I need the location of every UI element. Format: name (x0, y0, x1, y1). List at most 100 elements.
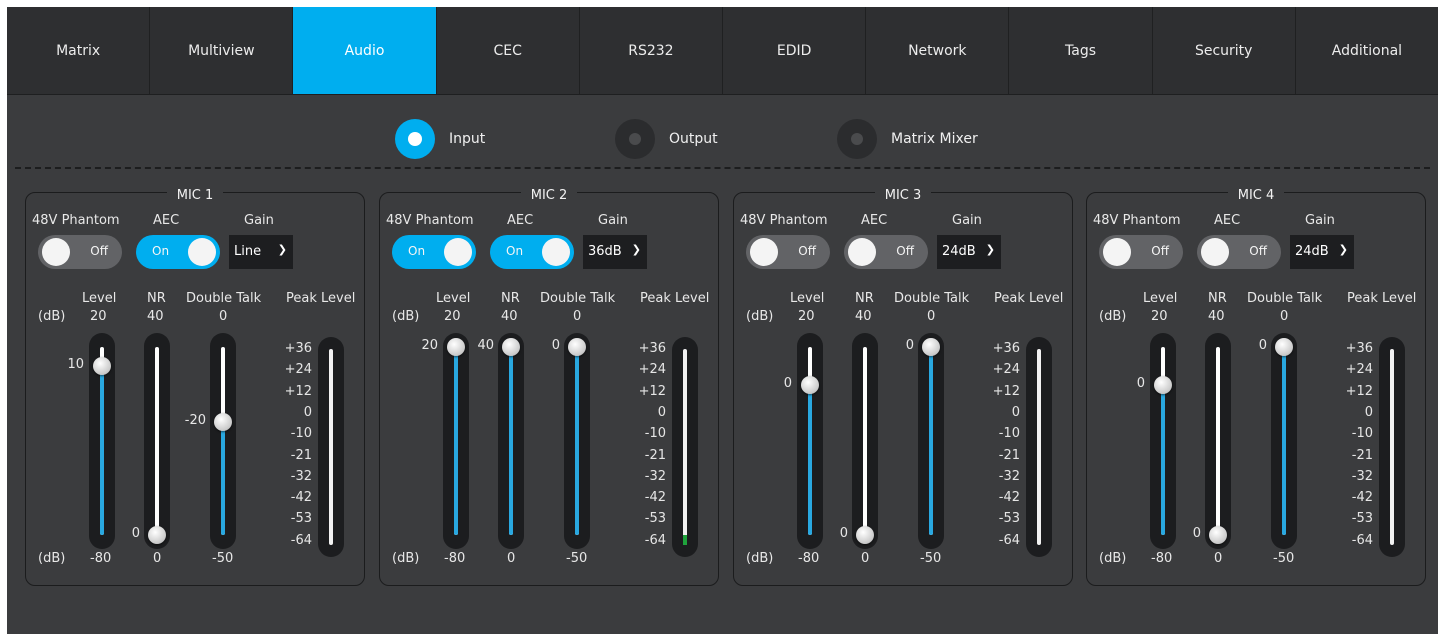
mic-title: MIC 2 (520, 188, 578, 203)
mic-panel-2: MIC 2 48V Phantom AEC Gain On On 36dB ❯ … (379, 188, 719, 586)
level-slider-thumb[interactable] (93, 356, 111, 375)
tab-network[interactable]: Network (866, 7, 1010, 94)
aec-toggle[interactable]: On (136, 235, 220, 269)
double-talk-slider[interactable] (210, 333, 236, 549)
nr-value: 0 (1192, 526, 1201, 541)
nr-slider-thumb[interactable] (856, 526, 874, 544)
double-talk-slider[interactable] (1271, 333, 1297, 549)
aec-toggle-state: On (152, 244, 170, 258)
double-talk-slider-thumb[interactable] (214, 413, 232, 432)
double-talk-max: 0 (219, 309, 228, 324)
db-unit-top: (dB) (392, 309, 420, 324)
aec-toggle[interactable]: Off (844, 235, 928, 269)
level-slider[interactable] (1150, 333, 1176, 549)
peak-scale-tick: -42 (1351, 490, 1373, 506)
radio-matrix-mixer-dot[interactable] (837, 119, 877, 159)
tab-audio[interactable]: Audio (293, 7, 437, 94)
peak-scale-tick: +36 (992, 341, 1020, 356)
nr-max: 40 (855, 309, 872, 324)
nr-slider[interactable] (144, 333, 170, 549)
radio-matrix-mixer[interactable]: Matrix Mixer (837, 119, 978, 159)
gain-select[interactable]: Line ❯ (229, 235, 293, 269)
phantom-toggle[interactable]: On (392, 235, 476, 269)
peak-scale-tick: 0 (1011, 404, 1020, 420)
double-talk-max: 0 (927, 309, 936, 324)
level-slider[interactable] (797, 333, 823, 549)
radio-input-label: Input (449, 131, 486, 147)
chevron-down-icon: ❯ (631, 243, 641, 256)
nr-slider[interactable] (1205, 333, 1231, 549)
double-talk-header: Double Talk (894, 291, 970, 306)
phantom-toggle[interactable]: Off (746, 235, 830, 269)
tab-security[interactable]: Security (1153, 7, 1296, 94)
nr-slider-thumb[interactable] (1209, 526, 1227, 544)
tab-matrix[interactable]: Matrix (7, 7, 151, 94)
phantom-toggle[interactable]: Off (1099, 235, 1183, 269)
nr-slider-thumb[interactable] (502, 338, 520, 356)
peak-scale-tick: +36 (1345, 341, 1373, 356)
aec-toggle[interactable]: On (490, 235, 574, 269)
toggle-knob (188, 238, 216, 266)
chevron-down-icon: ❯ (277, 243, 287, 256)
radio-output[interactable]: Output (615, 119, 718, 159)
peak-scale-tick: -32 (644, 468, 666, 484)
gain-select[interactable]: 36dB ❯ (583, 235, 647, 269)
double-talk-slider-thumb[interactable] (1275, 338, 1293, 356)
nr-header: NR (1208, 291, 1227, 306)
aec-toggle[interactable]: Off (1197, 235, 1281, 269)
peak-scale-tick: -53 (290, 511, 312, 527)
level-slider[interactable] (443, 333, 469, 549)
radio-output-label: Output (669, 131, 718, 147)
peak-scale-tick: -42 (998, 490, 1020, 506)
peak-scale-tick: -10 (1351, 426, 1373, 442)
double-talk-slider[interactable] (564, 333, 590, 549)
double-talk-slider-thumb[interactable] (922, 338, 940, 356)
nr-value: 0 (131, 526, 140, 541)
peak-scale-tick: +24 (992, 362, 1020, 378)
radio-input-dot[interactable] (395, 119, 435, 159)
peak-scale-tick: +36 (284, 341, 312, 356)
peak-scale-tick: -64 (1351, 532, 1373, 548)
double-talk-slider-thumb[interactable] (568, 338, 586, 356)
radio-output-dot[interactable] (615, 119, 655, 159)
nr-slider-thumb[interactable] (148, 526, 166, 544)
phantom-toggle[interactable]: Off (38, 235, 122, 269)
level-slider[interactable] (89, 333, 115, 549)
aec-toggle-state: Off (1249, 244, 1267, 258)
aec-label: AEC (153, 213, 180, 228)
level-max: 20 (1151, 309, 1168, 324)
level-slider-thumb[interactable] (1154, 375, 1172, 394)
tab-cec[interactable]: CEC (437, 7, 580, 94)
radio-input[interactable]: Input (395, 119, 485, 159)
level-slider-thumb[interactable] (801, 375, 819, 394)
peak-level-meter (1379, 337, 1405, 557)
nr-slider[interactable] (852, 333, 878, 549)
double-talk-slider[interactable] (918, 333, 944, 549)
peak-scale-tick: -21 (1351, 447, 1373, 463)
level-slider-thumb[interactable] (447, 338, 465, 356)
gain-label: Gain (244, 213, 274, 228)
db-unit-top: (dB) (746, 309, 774, 324)
peak-level-header: Peak Level (994, 291, 1064, 306)
tab-additional[interactable]: Additional (1296, 7, 1438, 94)
tab-rs232[interactable]: RS232 (580, 7, 724, 94)
peak-level-header: Peak Level (286, 291, 356, 306)
level-min: -80 (90, 551, 112, 566)
db-unit-top: (dB) (1099, 309, 1127, 324)
level-min: -80 (444, 551, 466, 566)
tab-edid[interactable]: EDID (723, 7, 867, 94)
mic-panel-3: MIC 3 48V Phantom AEC Gain Off Off 24dB … (733, 188, 1073, 586)
gain-select[interactable]: 24dB ❯ (937, 235, 1001, 269)
tab-tags[interactable]: Tags (1009, 7, 1153, 94)
double-talk-max: 0 (1280, 309, 1289, 324)
db-unit-bottom: (dB) (746, 551, 774, 566)
toggle-knob (1103, 238, 1131, 266)
phantom-label: 48V Phantom (386, 213, 474, 228)
nr-max: 40 (147, 309, 164, 324)
gain-select[interactable]: 24dB ❯ (1290, 235, 1354, 269)
mic-panel-4: MIC 4 48V Phantom AEC Gain Off Off 24dB … (1086, 188, 1426, 586)
nr-slider[interactable] (498, 333, 524, 549)
tab-multiview[interactable]: Multiview (150, 7, 294, 94)
mic-panel-1: MIC 1 48V Phantom AEC Gain Off On Line ❯… (25, 188, 365, 586)
phantom-toggle-state: On (408, 244, 426, 258)
